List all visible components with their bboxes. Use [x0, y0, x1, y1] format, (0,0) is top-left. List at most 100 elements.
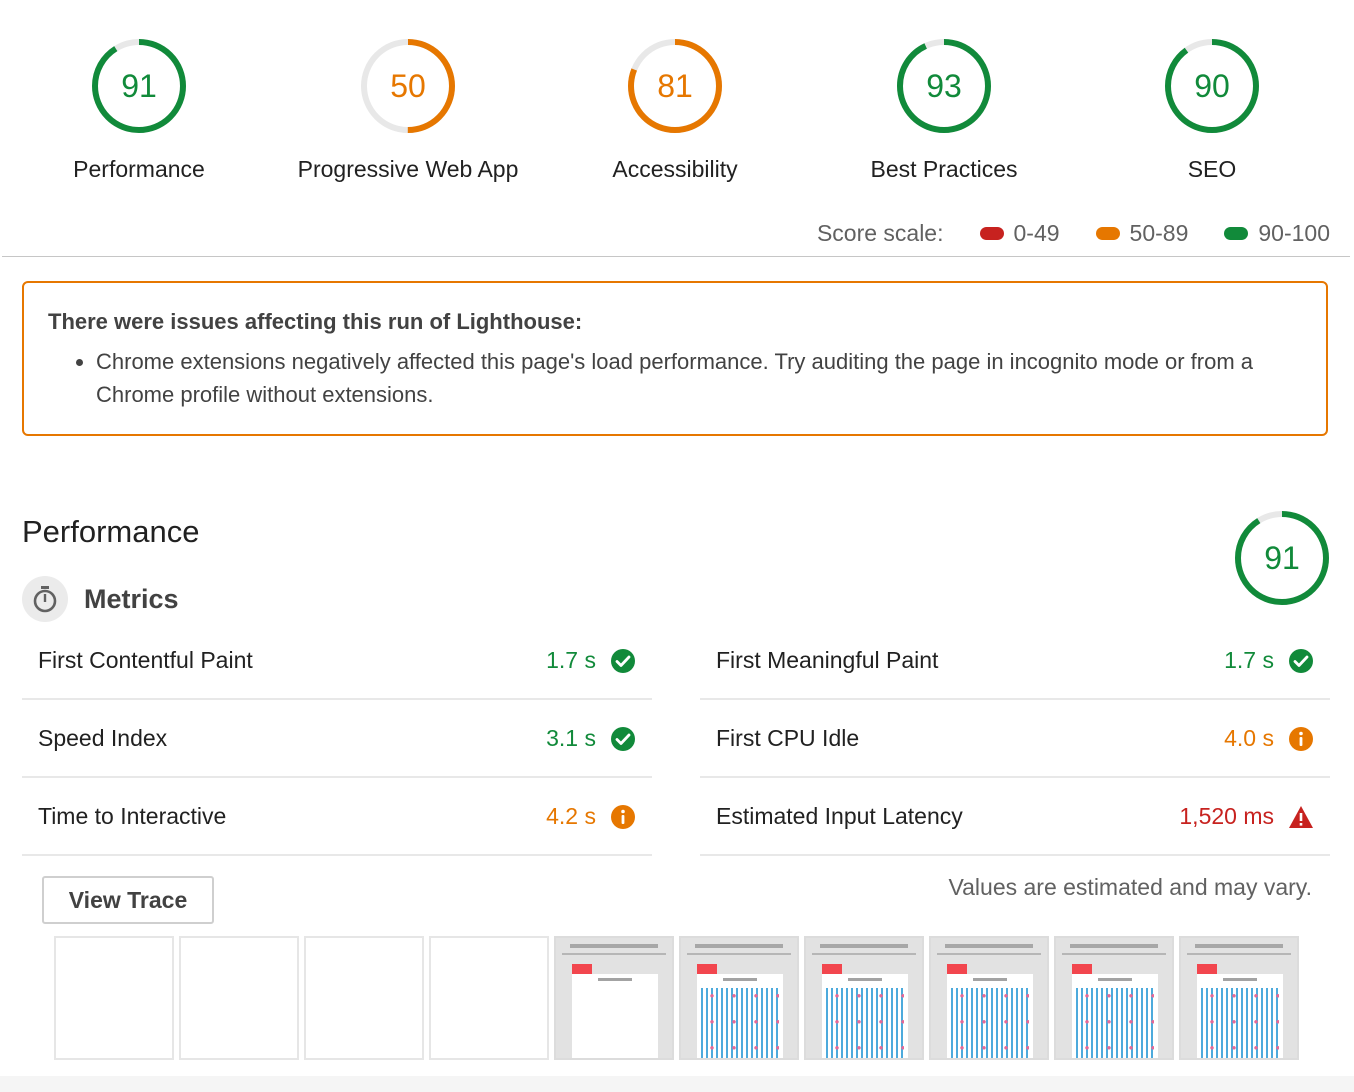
filmstrip-frame: [804, 936, 924, 1060]
gauge-ring: 91: [92, 39, 186, 133]
frame-tag: [697, 964, 717, 974]
view-trace-button[interactable]: View Trace: [42, 876, 214, 924]
metric-first-contentful-paint: First Contentful Paint 1.7 s: [22, 622, 652, 700]
gauge-accessibility[interactable]: 81 Accessibility: [541, 38, 809, 183]
frame-subheader: [937, 953, 1041, 955]
frame-icon-grid: [701, 988, 779, 1058]
pass-check-icon: [610, 726, 636, 752]
frame-header: [695, 944, 783, 948]
gauge-ring: 81: [628, 39, 722, 133]
runtime-warning: There were issues affecting this run of …: [22, 281, 1328, 436]
frame-card-title: [1223, 978, 1257, 981]
score-scale: Score scale: 0-49 50-89 90-100: [817, 218, 1330, 248]
fail-warning-triangle-icon: [1288, 804, 1314, 830]
filmstrip-frame: [679, 936, 799, 1060]
frame-tag: [822, 964, 842, 974]
gauge-score: 91: [121, 68, 157, 104]
frame-header: [820, 944, 908, 948]
score-range-fail: 0-49: [979, 219, 1060, 247]
filmstrip-frame: [929, 936, 1049, 1060]
score-range-label: 0-49: [1013, 219, 1060, 246]
pass-check-icon: [1288, 648, 1314, 674]
section-title-performance: Performance: [22, 514, 200, 549]
filmstrip-frame: [54, 936, 174, 1060]
gauge-label: Best Practices: [870, 156, 1018, 182]
score-range-label: 90-100: [1258, 219, 1330, 246]
filmstrip-frame: [1054, 936, 1174, 1060]
metric-value: 1.7 s: [546, 646, 596, 673]
gauge-label: Performance: [73, 156, 205, 182]
metric-first-cpu-idle: First CPU Idle 4.0 s: [700, 700, 1330, 778]
frame-card-title: [848, 978, 882, 981]
frame-subheader: [687, 953, 791, 955]
gauge-ring: 50: [361, 39, 455, 133]
metric-name: Speed Index: [38, 724, 168, 751]
gauge-pwa[interactable]: 50 Progressive Web App: [274, 38, 542, 183]
frame-header: [1070, 944, 1158, 948]
header-divider: [2, 256, 1350, 257]
frame-subheader: [812, 953, 916, 955]
metric-value: 4.2 s: [546, 802, 596, 829]
frame-header: [1195, 944, 1283, 948]
category-gauges: 91 Performance 50 Progressive Web App 81…: [0, 0, 1354, 200]
frame-header: [945, 944, 1033, 948]
pass-check-icon: [610, 648, 636, 674]
filmstrip-frame: [554, 936, 674, 1060]
metric-speed-index: Speed Index 3.1 s: [22, 700, 652, 778]
score-range-pass: 90-100: [1224, 220, 1330, 247]
frame-card: [822, 974, 908, 1058]
gauge-score: 81: [657, 68, 693, 104]
metric-name: First CPU Idle: [716, 724, 860, 751]
metric-name: First Meaningful Paint: [716, 646, 939, 673]
frame-card: [947, 974, 1033, 1058]
frame-icon-grid: [951, 988, 1029, 1058]
frame-card-title: [598, 978, 632, 981]
gauge-score: 90: [1194, 68, 1230, 104]
frame-card: [1072, 974, 1158, 1058]
warning-item: Chrome extensions negatively affected th…: [96, 345, 1302, 411]
gauge-seo[interactable]: 90 SEO: [1078, 38, 1346, 183]
score-range-label: 50-89: [1129, 219, 1189, 246]
frame-tag: [1197, 964, 1217, 974]
gauge-score: 93: [926, 68, 962, 104]
performance-score: 91: [1264, 540, 1300, 576]
score-range-average: 50-89: [1095, 219, 1189, 247]
frame-card: [697, 974, 783, 1058]
filmstrip-frame: [429, 936, 549, 1060]
gauge-label: SEO: [1187, 156, 1237, 182]
stopwatch-icon: [22, 576, 68, 622]
estimate-disclaimer: Values are estimated and may vary.: [948, 874, 1313, 900]
frame-subheader: [1062, 953, 1166, 955]
average-info-icon: [610, 804, 636, 830]
filmstrip-frame: [179, 936, 299, 1060]
bottom-edge: [0, 1076, 1354, 1092]
frame-subheader: [562, 953, 666, 955]
gauge-score: 50: [390, 68, 426, 104]
average-info-icon: [1288, 726, 1314, 752]
metric-name: Time to Interactive: [38, 802, 227, 829]
warning-title: There were issues affecting this run of …: [48, 309, 583, 334]
pass-pill-icon: [1224, 226, 1249, 240]
gauge-best-practices[interactable]: 93 Best Practices: [810, 38, 1078, 183]
metric-time-to-interactive: Time to Interactive 4.2 s: [22, 778, 652, 856]
metric-value: 4.0 s: [1224, 724, 1274, 751]
frame-card: [1197, 974, 1283, 1058]
frame-icon-grid: [1076, 988, 1154, 1058]
fail-pill-icon: [979, 226, 1004, 240]
frame-subheader: [1187, 953, 1291, 955]
frame-header: [570, 944, 658, 948]
metric-estimated-input-latency: Estimated Input Latency 1,520 ms: [700, 778, 1330, 856]
frame-card-title: [1098, 978, 1132, 981]
gauge-label: Progressive Web App: [297, 156, 519, 182]
metric-name: First Contentful Paint: [38, 646, 253, 673]
frame-tag: [1072, 964, 1092, 974]
score-scale-label: Score scale:: [816, 219, 944, 246]
metrics-header: Metrics: [22, 575, 179, 623]
warning-list: Chrome extensions negatively affected th…: [48, 345, 1302, 411]
metric-value: 1.7 s: [1224, 646, 1274, 673]
frame-card-title: [723, 978, 757, 981]
gauge-performance[interactable]: 91 Performance: [5, 38, 273, 183]
gauge-ring: 90: [1165, 39, 1259, 133]
metric-value: 3.1 s: [546, 724, 596, 751]
metrics-title: Metrics: [84, 583, 179, 614]
